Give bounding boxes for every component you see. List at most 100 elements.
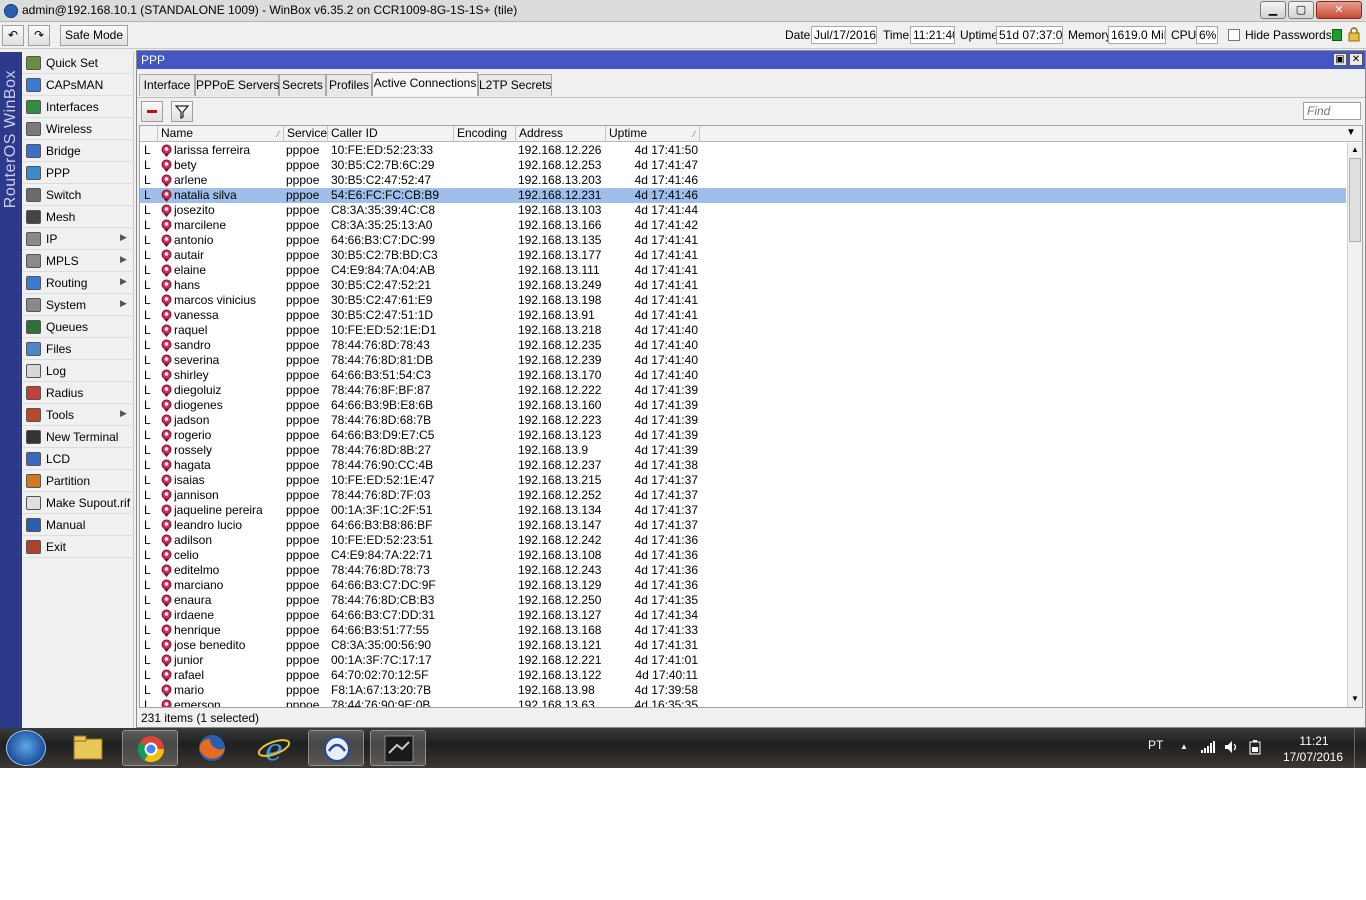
sidebar-item-lcd[interactable]: LCD [22, 448, 134, 470]
col-uptime[interactable]: Uptime ⁄ [606, 126, 700, 142]
ppp-restore-button[interactable]: ▣ [1333, 53, 1347, 66]
sidebar-item-bridge[interactable]: Bridge [22, 140, 134, 162]
sidebar-item-queues[interactable]: Queues [22, 316, 134, 338]
table-row[interactable]: Lshirley pppoe 64:66:B3:51:54:C3 192.168.13… [140, 368, 1346, 383]
sidebar-item-tools[interactable]: Tools ▶ [22, 404, 134, 426]
sidebar-item-capsman[interactable]: CAPsMAN [22, 74, 134, 96]
table-row[interactable]: Larlene pppoe 30:B5:C2:47:52:47 192.168.13.… [140, 173, 1346, 188]
minimize-button[interactable]: ▁ [1260, 1, 1286, 19]
language-indicator[interactable]: PT [1148, 738, 1163, 752]
table-row[interactable]: Ljaqueline pereira pppoe 00:1A:3F:1C:2F:51… [140, 503, 1346, 518]
table-row[interactable]: Ljadson pppoe 78:44:76:8D:68:7B 192.168.12.… [140, 413, 1346, 428]
table-row[interactable]: Lautair pppoe 30:B5:C2:7B:BD:C3 192.168.13.… [140, 248, 1346, 263]
winbox-taskbar-icon[interactable] [308, 730, 364, 766]
show-desktop-button[interactable] [1354, 728, 1366, 768]
table-row[interactable]: Lsandro pppoe 78:44:76:8D:78:43 192.168.12.… [140, 338, 1346, 353]
column-menu-icon[interactable]: ▼ [1346, 127, 1356, 138]
table-row[interactable]: Ljosezito pppoe C8:3A:35:39:4C:C8 192.168.1… [140, 203, 1346, 218]
clock-time[interactable]: 11:21 [1284, 734, 1344, 748]
tab-secrets[interactable]: Secrets [279, 74, 326, 96]
scroll-down-icon[interactable]: ▼ [1348, 692, 1362, 706]
internet-explorer-icon[interactable]: e [246, 730, 302, 768]
table-row[interactable]: Lcelio pppoe C4:E9:84:7A:22:71 192.168.13.1… [140, 548, 1346, 563]
tab-l2tp-secrets[interactable]: L2TP Secrets [478, 74, 552, 96]
table-row[interactable]: Ljunior pppoe 00:1A:3F:7C:17:17 192.168.12.… [140, 653, 1346, 668]
filter-button[interactable] [171, 101, 193, 122]
table-row[interactable]: Lmario pppoe F8:1A:67:13:20:7B 192.168.13.9… [140, 683, 1346, 698]
clock-date[interactable]: 17/07/2016 [1278, 750, 1348, 764]
hide-passwords-checkbox[interactable] [1228, 29, 1240, 41]
sidebar-item-exit[interactable]: Exit [22, 536, 134, 558]
sidebar-item-system[interactable]: System ▶ [22, 294, 134, 316]
table-row[interactable]: Lemerson pppoe 78:44:76:90:9E:0B 192.168.13… [140, 698, 1346, 707]
table-row[interactable]: Lelaine pppoe C4:E9:84:7A:04:AB 192.168.13.… [140, 263, 1346, 278]
table-row[interactable]: Lhagata pppoe 78:44:76:90:CC:4B 192.168.12.… [140, 458, 1346, 473]
sidebar-item-routing[interactable]: Routing ▶ [22, 272, 134, 294]
table-row[interactable]: Lbety pppoe 30:B5:C2:7B:6C:29 192.168.12.25… [140, 158, 1346, 173]
sidebar-item-log[interactable]: Log [22, 360, 134, 382]
col-encoding[interactable]: Encoding [454, 126, 516, 142]
network-signal-icon[interactable] [1200, 740, 1216, 754]
scroll-thumb[interactable] [1349, 158, 1361, 242]
hide-passwords-label[interactable]: Hide Passwords [1245, 28, 1332, 42]
table-row[interactable]: Lleandro lucio pppoe 64:66:B3:B8:86:BF 192.… [140, 518, 1346, 533]
sidebar-item-radius[interactable]: Radius [22, 382, 134, 404]
sidebar-item-make-supout-rif[interactable]: Make Supout.rif [22, 492, 134, 514]
table-row[interactable]: Ladilson pppoe 10:FE:ED:52:23:51 192.168.12… [140, 533, 1346, 548]
table-row[interactable]: Ldiogenes pppoe 64:66:B3:9B:E8:6B 192.168.1… [140, 398, 1346, 413]
table-row[interactable]: Lrogerio pppoe 64:66:B3:D9:E7:C5 192.168.13… [140, 428, 1346, 443]
start-button[interactable] [6, 730, 46, 766]
table-row[interactable]: Lraquel pppoe 10:FE:ED:52:1E:D1 192.168.13.… [140, 323, 1346, 338]
tab-profiles[interactable]: Profiles [326, 74, 372, 96]
sidebar-item-ppp[interactable]: PPP [22, 162, 134, 184]
sidebar-item-partition[interactable]: Partition [22, 470, 134, 492]
table-row[interactable]: Lenaura pppoe 78:44:76:8D:CB:B3 192.168.12.… [140, 593, 1346, 608]
file-explorer-icon[interactable] [60, 730, 116, 766]
battery-icon[interactable] [1248, 739, 1262, 755]
sidebar-item-files[interactable]: Files [22, 338, 134, 360]
table-row[interactable]: Lirdaene pppoe 64:66:B3:C7:DD:31 192.168.13… [140, 608, 1346, 623]
sidebar-item-interfaces[interactable]: Interfaces [22, 96, 134, 118]
table-row[interactable]: Lvanessa pppoe 30:B5:C2:47:51:1D 192.168.13… [140, 308, 1346, 323]
ppp-title-bar[interactable]: PPP ▣ ✕ [137, 51, 1365, 69]
sidebar-item-new-terminal[interactable]: New Terminal [22, 426, 134, 448]
sidebar-item-mpls[interactable]: MPLS ▶ [22, 250, 134, 272]
table-row[interactable]: Lantonio pppoe 64:66:B3:C7:DC:99 192.168.13… [140, 233, 1346, 248]
show-hidden-icons-icon[interactable]: ▲ [1180, 742, 1188, 751]
table-row[interactable]: Leditelmo pppoe 78:44:76:8D:78:73 192.168.1… [140, 563, 1346, 578]
winbox-terminal-taskbar-icon[interactable] [370, 730, 426, 766]
firefox-icon[interactable] [184, 730, 240, 766]
table-row[interactable]: Lmarciano pppoe 64:66:B3:C7:DC:9F 192.168.1… [140, 578, 1346, 593]
sidebar-item-wireless[interactable]: Wireless [22, 118, 134, 140]
table-row[interactable]: Lhenrique pppoe 64:66:B3:51:77:55 192.168.1… [140, 623, 1346, 638]
sidebar-item-quick-set[interactable]: Quick Set [22, 52, 134, 74]
table-row[interactable]: Ldiegoluiz pppoe 78:44:76:8F:BF:87 192.168.… [140, 383, 1346, 398]
table-row[interactable]: Lrossely pppoe 78:44:76:8D:8B:27 192.168.13… [140, 443, 1346, 458]
redo-button[interactable]: ↷ [28, 25, 50, 46]
table-row[interactable]: Lisaias pppoe 10:FE:ED:52:1E:47 192.168.13.… [140, 473, 1346, 488]
volume-icon[interactable] [1224, 740, 1240, 754]
sidebar-item-switch[interactable]: Switch [22, 184, 134, 206]
remove-button[interactable] [141, 101, 163, 122]
scroll-up-icon[interactable]: ▲ [1348, 143, 1362, 157]
table-row[interactable]: Lmarcos vinicius pppoe 30:B5:C2:47:61:E9 19… [140, 293, 1346, 308]
close-button[interactable]: ✕ [1316, 1, 1362, 19]
ppp-close-button[interactable]: ✕ [1349, 53, 1363, 66]
maximize-button[interactable]: ▢ [1288, 1, 1314, 19]
sidebar-item-ip[interactable]: IP ▶ [22, 228, 134, 250]
tab-pppoe-servers[interactable]: PPPoE Servers [195, 74, 279, 96]
col-service[interactable]: Service [284, 126, 328, 142]
col-name[interactable]: Name ⁄ [158, 126, 284, 142]
tab-active-connections[interactable]: Active Connections [372, 72, 478, 96]
undo-button[interactable]: ↶ [2, 25, 24, 46]
find-input[interactable] [1303, 102, 1361, 120]
vertical-scrollbar[interactable]: ▲ ▼ [1347, 143, 1362, 707]
table-row[interactable]: Ljannison pppoe 78:44:76:8D:7F:03 192.168.1… [140, 488, 1346, 503]
safe-mode-button[interactable]: Safe Mode [60, 25, 128, 46]
col-address[interactable]: Address [516, 126, 606, 142]
table-row[interactable]: Lrafael pppoe 64:70:02:70:12:5F 192.168.13.… [140, 668, 1346, 683]
table-row[interactable]: Lmarcilene pppoe C8:3A:35:25:13:A0 192.168.… [140, 218, 1346, 233]
tab-interface[interactable]: Interface [139, 74, 195, 96]
table-row[interactable]: Llarissa ferreira pppoe 10:FE:ED:52:23:33 1… [140, 143, 1346, 158]
col-caller-id[interactable]: Caller ID [328, 126, 454, 142]
